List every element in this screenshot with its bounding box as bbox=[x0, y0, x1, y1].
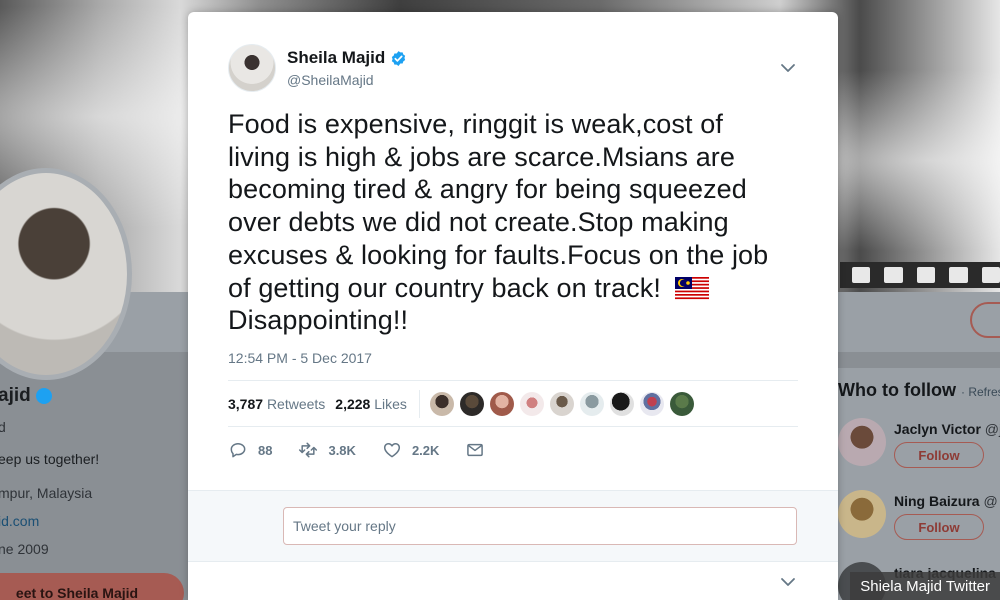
suggested-user: Ning Baizura @ Follow bbox=[838, 490, 1000, 554]
watermark-caption: Shiela Majid Twitter bbox=[850, 572, 1000, 600]
likes-stat[interactable]: 2,228 Likes bbox=[335, 396, 407, 412]
liker-avatar[interactable] bbox=[669, 392, 694, 416]
reply-count: 88 bbox=[258, 442, 273, 458]
profile-joined-date: ne 2009 bbox=[0, 541, 49, 557]
suggested-user-name[interactable]: Jaclyn Victor @j bbox=[894, 421, 1000, 437]
divider bbox=[228, 380, 798, 381]
author-avatar[interactable] bbox=[228, 44, 276, 92]
liker-avatar[interactable] bbox=[609, 392, 634, 416]
liker-avatars bbox=[429, 392, 694, 416]
divider bbox=[228, 426, 798, 427]
liker-avatar[interactable] bbox=[489, 392, 514, 416]
reply-button[interactable]: 88 bbox=[228, 440, 272, 460]
author-handle[interactable]: @SheilaMajid bbox=[287, 72, 374, 88]
stats-separator bbox=[418, 390, 420, 418]
refresh-link[interactable]: · Refres bbox=[961, 385, 1000, 399]
liker-avatar[interactable] bbox=[429, 392, 454, 416]
direct-message-button[interactable] bbox=[465, 440, 485, 460]
who-to-follow-title: Who to follow · Refres bbox=[838, 380, 1000, 401]
reply-composer bbox=[188, 490, 838, 562]
envelope-icon bbox=[467, 443, 484, 457]
profile-location: mpur, Malaysia bbox=[0, 485, 93, 501]
profile-bio: eep us together! bbox=[0, 451, 100, 467]
suggested-user: Jaclyn Victor @j Follow bbox=[838, 418, 1000, 482]
retweet-count: 3.8K bbox=[328, 442, 356, 458]
tweet-text: Food is expensive, ringgit is weak,cost … bbox=[228, 108, 788, 337]
who-to-follow-heading: Who to follow bbox=[838, 380, 956, 400]
liker-avatar[interactable] bbox=[459, 392, 484, 416]
retweet-button[interactable]: 3.8K bbox=[298, 440, 356, 460]
verified-badge-icon bbox=[392, 50, 406, 66]
chevron-down-icon[interactable] bbox=[780, 574, 796, 590]
reply-icon bbox=[230, 443, 246, 458]
tweet-card: Sheila Majid @SheilaMajid Food is expens… bbox=[188, 12, 838, 600]
reply-input[interactable] bbox=[283, 507, 797, 545]
liker-avatar[interactable] bbox=[519, 392, 544, 416]
author-name[interactable]: Sheila Majid bbox=[287, 48, 385, 68]
tweet-to-button[interactable]: eet to Sheila Majid bbox=[0, 573, 184, 600]
liker-avatar[interactable] bbox=[639, 392, 664, 416]
profile-handle: d bbox=[0, 419, 6, 435]
like-button[interactable]: 2.2K bbox=[382, 440, 439, 460]
profile-name: ajid bbox=[0, 385, 52, 407]
author-name-row[interactable]: Sheila Majid bbox=[287, 48, 407, 68]
tweet-body-tail: Disappointing!! bbox=[228, 305, 409, 336]
suggested-user-name[interactable]: Ning Baizura @ bbox=[894, 493, 998, 509]
follow-button[interactable]: Follow bbox=[894, 442, 984, 468]
heart-icon bbox=[383, 443, 400, 458]
profile-name-text: ajid bbox=[0, 385, 31, 406]
follow-button[interactable]: Follow bbox=[894, 514, 984, 540]
liker-avatar[interactable] bbox=[549, 392, 574, 416]
like-count: 2.2K bbox=[411, 442, 440, 458]
retweet-icon bbox=[299, 442, 318, 458]
liker-avatar[interactable] bbox=[579, 392, 604, 416]
who-to-follow-panel: Who to follow · Refres Jaclyn Victor @j … bbox=[838, 368, 1000, 600]
tweet-timestamp[interactable]: 12:54 PM - 5 Dec 2017 bbox=[228, 350, 372, 366]
tweet-stats: 3,787 Retweets 2,228 Likes bbox=[228, 390, 694, 418]
film-strip-decoration bbox=[840, 262, 1000, 288]
suggested-user-avatar[interactable] bbox=[838, 490, 886, 538]
tweet-body: Food is expensive, ringgit is weak,cost … bbox=[228, 109, 769, 303]
retweets-stat[interactable]: 3,787 Retweets bbox=[228, 396, 325, 412]
malaysia-flag-icon bbox=[674, 276, 709, 301]
verified-badge-icon bbox=[35, 388, 52, 404]
profile-url-link[interactable]: id.com bbox=[0, 513, 39, 529]
edit-profile-button[interactable] bbox=[970, 302, 1000, 338]
chevron-down-icon[interactable] bbox=[780, 60, 796, 76]
tweet-actions: 88 3.8K 2.2K bbox=[228, 440, 511, 460]
suggested-user-avatar[interactable] bbox=[838, 418, 886, 466]
